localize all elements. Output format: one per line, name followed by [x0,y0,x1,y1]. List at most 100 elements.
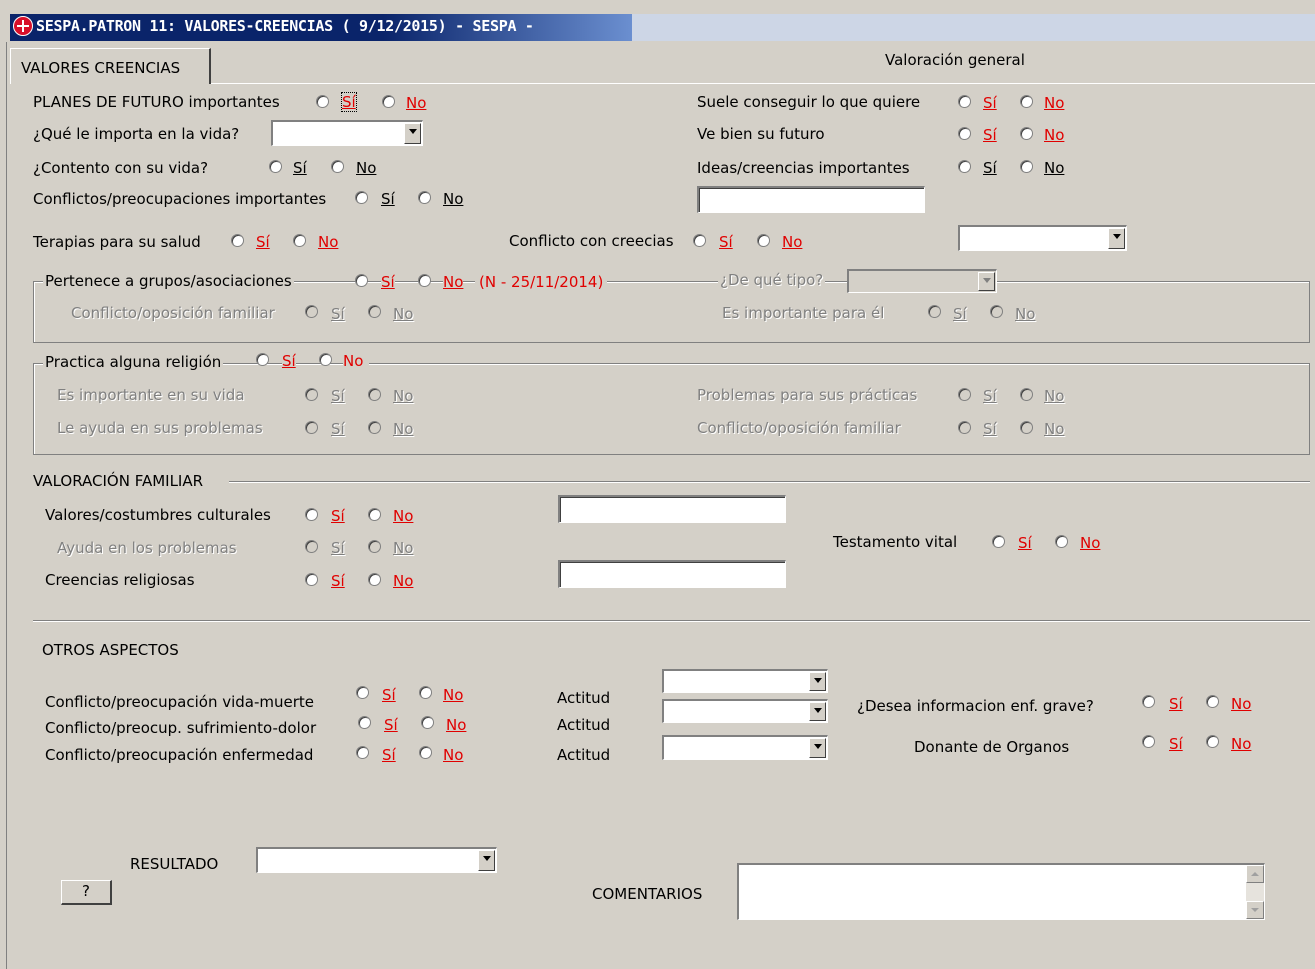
testamento-no-radio[interactable] [1055,535,1068,548]
familiar-ayuda-si-label[interactable]: Sí [331,539,345,557]
planes-futuro-no-label[interactable]: No [406,94,426,112]
informacion-si-radio[interactable] [1142,695,1155,708]
chevron-down-icon[interactable] [404,123,421,144]
conflictos-si-radio[interactable] [355,191,368,204]
scroll-up-icon[interactable] [1246,865,1264,883]
familiar-valores-si-radio[interactable] [305,508,318,521]
enfermedad-no-radio[interactable] [419,746,432,759]
religion-ayuda-no-label[interactable]: No [393,420,413,438]
familiar-creencias-no-radio[interactable] [368,573,381,586]
conflicto-creencias-no-label[interactable]: No [782,233,802,251]
religion-ayuda-si-radio[interactable] [305,421,318,434]
tab-valores-creencias[interactable]: VALORES CREENCIAS [10,48,211,84]
chevron-down-icon[interactable] [809,702,826,721]
familiar-valores-no-radio[interactable] [368,508,381,521]
informacion-si-label[interactable]: Sí [1169,695,1183,713]
scroll-down-icon[interactable] [1246,901,1264,919]
conflicto-creencias-select[interactable] [958,225,1127,251]
importa-vida-select[interactable] [271,120,423,146]
futuro-si-radio[interactable] [958,127,971,140]
familiar-creencias-no-label[interactable]: No [393,572,413,590]
testamento-si-radio[interactable] [992,535,1005,548]
ideas-si-radio[interactable] [958,160,971,173]
grupos-importante-si-radio[interactable] [928,305,941,318]
terapias-si-radio[interactable] [231,234,244,247]
vida-muerte-si-radio[interactable] [356,686,369,699]
sufrimiento-si-radio[interactable] [358,716,371,729]
planes-futuro-si-label[interactable]: Sí [341,92,357,112]
religion-ayuda-no-radio[interactable] [368,421,381,434]
resultado-select[interactable] [256,847,497,873]
grupos-conflicto-no-radio[interactable] [368,305,381,318]
planes-futuro-no-radio[interactable] [382,95,395,108]
sufrimiento-actitud-select[interactable] [662,699,828,723]
familiar-ayuda-si-radio[interactable] [305,540,318,553]
ideas-si-label[interactable]: Sí [983,159,997,177]
contento-si-radio[interactable] [269,160,282,173]
religion-problemas-si-radio[interactable] [958,388,971,401]
grupos-si-label[interactable]: Sí [381,273,395,291]
informacion-no-radio[interactable] [1206,695,1219,708]
contento-no-radio[interactable] [331,160,344,173]
ideas-no-label[interactable]: No [1044,159,1064,177]
comentarios-scrollbar[interactable] [1246,865,1264,919]
grupos-tipo-select[interactable] [847,269,997,293]
familiar-creencias-si-radio[interactable] [305,573,318,586]
conflicto-creencias-si-radio[interactable] [693,234,706,247]
vida-muerte-no-radio[interactable] [419,686,432,699]
religion-importante-no-label[interactable]: No [393,387,413,405]
conflictos-no-radio[interactable] [418,191,431,204]
familiar-ayuda-no-radio[interactable] [368,540,381,553]
chevron-down-icon[interactable] [809,672,826,691]
testamento-si-label[interactable]: Sí [1018,534,1032,552]
testamento-no-label[interactable]: No [1080,534,1100,552]
grupos-importante-si-label[interactable]: Sí [953,305,967,323]
religion-importante-si-radio[interactable] [305,388,318,401]
religion-importante-si-label[interactable]: Sí [331,387,345,405]
sufrimiento-no-label[interactable]: No [446,716,466,734]
futuro-no-label[interactable]: No [1044,126,1064,144]
religion-importante-no-radio[interactable] [368,388,381,401]
sufrimiento-no-radio[interactable] [421,716,434,729]
grupos-conflicto-si-radio[interactable] [305,305,318,318]
terapias-no-radio[interactable] [293,234,306,247]
enfermedad-si-radio[interactable] [356,746,369,759]
conflicto-creencias-no-radio[interactable] [757,234,770,247]
grupos-importante-no-radio[interactable] [990,305,1003,318]
grupos-no-radio[interactable] [418,274,431,287]
grupos-si-radio[interactable] [355,274,368,287]
religion-problemas-no-label[interactable]: No [1044,387,1064,405]
conflictos-si-label[interactable]: Sí [381,190,395,208]
religion-si-radio[interactable] [256,353,269,366]
conflictos-no-label[interactable]: No [443,190,463,208]
conflicto-creencias-si-label[interactable]: Sí [719,233,733,251]
religion-si-label[interactable]: Sí [282,352,296,370]
contento-si-label[interactable]: Sí [293,159,307,177]
religion-no-radio[interactable] [319,353,332,366]
religion-no-label[interactable]: No [343,352,370,370]
chevron-down-icon[interactable] [478,850,495,871]
religion-conflicto-no-radio[interactable] [1020,421,1033,434]
vida-muerte-no-label[interactable]: No [443,686,463,704]
chevron-down-icon[interactable] [809,738,826,758]
religion-problemas-no-radio[interactable] [1020,388,1033,401]
donante-si-radio[interactable] [1142,735,1155,748]
enfermedad-actitud-select[interactable] [662,735,828,760]
enfermedad-si-label[interactable]: Sí [382,746,396,764]
vida-muerte-actitud-select[interactable] [662,669,828,693]
religion-conflicto-si-radio[interactable] [958,421,971,434]
comentarios-textarea[interactable] [737,863,1265,920]
help-button[interactable]: ? [61,880,112,905]
terapias-no-label[interactable]: No [318,233,338,251]
suele-no-label[interactable]: No [1044,94,1064,112]
enfermedad-no-label[interactable]: No [443,746,463,764]
familiar-valores-no-label[interactable]: No [393,507,413,525]
familiar-valores-si-label[interactable]: Sí [331,507,345,525]
futuro-si-label[interactable]: Sí [983,126,997,144]
futuro-no-radio[interactable] [1020,127,1033,140]
terapias-si-label[interactable]: Sí [256,233,270,251]
ideas-text-input[interactable] [697,186,925,213]
donante-no-label[interactable]: No [1231,735,1251,753]
suele-si-label[interactable]: Sí [983,94,997,112]
grupos-conflicto-no-label[interactable]: No [393,305,413,323]
